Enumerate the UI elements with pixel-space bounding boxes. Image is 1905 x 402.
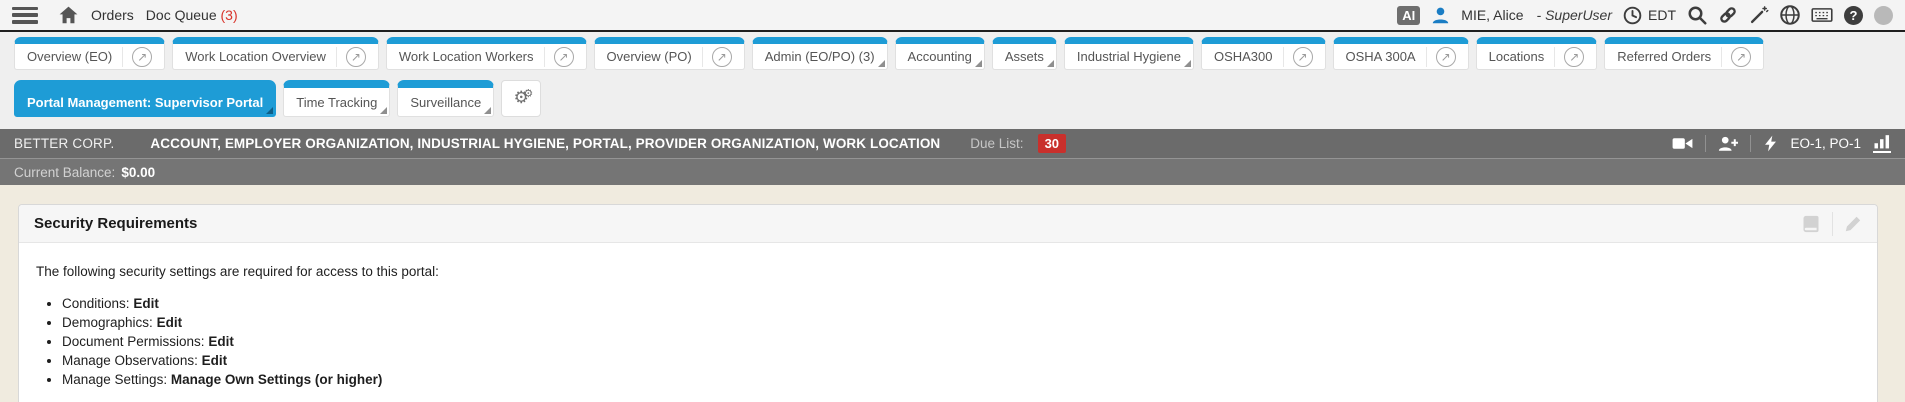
tab-referred-orders[interactable]: Referred Orders ↗ bbox=[1604, 37, 1764, 70]
tab-surveillance[interactable]: Surveillance bbox=[397, 80, 494, 117]
tab-portal-management-supervisor-portal[interactable]: Portal Management: Supervisor Portal bbox=[14, 80, 276, 117]
tab-settings-gear-icon[interactable]: ⚙⚙ bbox=[501, 80, 541, 117]
balance-bar: Current Balance: $0.00 bbox=[0, 158, 1905, 185]
due-list-label: Due List: bbox=[970, 136, 1023, 151]
context-bar: BETTER CORP. ACCOUNT, EMPLOYER ORGANIZAT… bbox=[0, 129, 1905, 158]
tab-label: Accounting bbox=[908, 49, 972, 64]
wand-icon[interactable] bbox=[1749, 5, 1769, 25]
keyboard-icon[interactable] bbox=[1811, 6, 1833, 24]
requirement-label: Manage Settings: bbox=[62, 372, 167, 387]
tab-label: Time Tracking bbox=[296, 95, 377, 110]
requirement-item: Manage Settings: Manage Own Settings (or… bbox=[62, 372, 1860, 388]
add-user-icon[interactable] bbox=[1718, 135, 1738, 152]
entity-refs[interactable]: EO-1, PO-1 bbox=[1790, 136, 1861, 151]
scope-text: ACCOUNT, EMPLOYER ORGANIZATION, INDUSTRI… bbox=[150, 136, 940, 151]
requirement-label: Manage Observations: bbox=[62, 353, 198, 368]
edit-pencil-icon[interactable] bbox=[1844, 215, 1862, 233]
tab-label: Overview (EO) bbox=[27, 49, 112, 64]
tab-label: Portal Management: Supervisor Portal bbox=[27, 95, 263, 110]
tab-label: Admin (EO/PO) (3) bbox=[765, 49, 875, 64]
panel-body: The following security settings are requ… bbox=[19, 243, 1877, 402]
requirement-item: Manage Observations: Edit bbox=[62, 353, 1860, 369]
balance-label: Current Balance: bbox=[14, 165, 115, 180]
timezone-label: EDT bbox=[1648, 7, 1676, 23]
open-in-new-icon[interactable]: ↗ bbox=[336, 47, 366, 67]
ai-badge[interactable]: AI bbox=[1397, 6, 1420, 25]
open-in-new-icon[interactable]: ↗ bbox=[1283, 47, 1313, 67]
requirement-value: Edit bbox=[157, 315, 183, 330]
tab-work-location-overview[interactable]: Work Location Overview ↗ bbox=[172, 37, 379, 70]
tab-label: Industrial Hygiene bbox=[1077, 49, 1181, 64]
panel-title: Security Requirements bbox=[34, 215, 197, 232]
requirement-label: Demographics: bbox=[62, 315, 153, 330]
status-circle-icon bbox=[1874, 6, 1893, 25]
requirement-value: Edit bbox=[133, 296, 159, 311]
tab-industrial-hygiene[interactable]: Industrial Hygiene bbox=[1064, 37, 1194, 70]
balance-value: $0.00 bbox=[121, 165, 155, 180]
home-icon[interactable] bbox=[58, 6, 79, 25]
tab-label: Overview (PO) bbox=[607, 49, 692, 64]
tab-label: Surveillance bbox=[410, 95, 481, 110]
tab-osha300[interactable]: OSHA300 ↗ bbox=[1201, 37, 1326, 70]
link-icon[interactable] bbox=[1718, 5, 1738, 25]
nav-orders[interactable]: Orders bbox=[91, 7, 134, 23]
requirement-value: Edit bbox=[202, 353, 228, 368]
tab-accounting[interactable]: Accounting bbox=[895, 37, 985, 70]
due-list-badge[interactable]: 30 bbox=[1038, 134, 1066, 153]
tab-overview-eo[interactable]: Overview (EO) ↗ bbox=[14, 37, 165, 70]
open-in-new-icon[interactable]: ↗ bbox=[544, 47, 574, 67]
tab-row-secondary: Portal Management: Supervisor Portal Tim… bbox=[14, 80, 1891, 117]
tab-work-location-workers[interactable]: Work Location Workers ↗ bbox=[386, 37, 587, 70]
user-role: - SuperUser bbox=[1537, 7, 1612, 23]
nav-doc-queue[interactable]: Doc Queue (3) bbox=[146, 7, 238, 23]
tabs-section: Overview (EO) ↗ Work Location Overview ↗… bbox=[0, 32, 1905, 129]
user-icon bbox=[1431, 6, 1450, 25]
tab-admin-eo-po[interactable]: Admin (EO/PO) (3) bbox=[752, 37, 888, 70]
tab-assets[interactable]: Assets bbox=[992, 37, 1057, 70]
requirement-item: Conditions: Edit bbox=[62, 296, 1860, 312]
tab-label: Referred Orders bbox=[1617, 49, 1711, 64]
requirement-item: Demographics: Edit bbox=[62, 315, 1860, 331]
open-in-new-icon[interactable]: ↗ bbox=[1554, 47, 1584, 67]
top-bar: Orders Doc Queue (3) AI MIE, Alice - Sup… bbox=[0, 0, 1905, 32]
doc-queue-count: (3) bbox=[221, 7, 238, 23]
quick-actions-bolt-icon[interactable] bbox=[1763, 135, 1778, 152]
tab-label: Assets bbox=[1005, 49, 1044, 64]
tab-label: OSHA300 bbox=[1214, 49, 1273, 64]
tab-row-primary: Overview (EO) ↗ Work Location Overview ↗… bbox=[14, 37, 1891, 70]
tab-label: OSHA 300A bbox=[1346, 49, 1416, 64]
help-icon[interactable]: ? bbox=[1844, 6, 1863, 25]
tab-label: Work Location Workers bbox=[399, 49, 534, 64]
tab-label: Locations bbox=[1489, 49, 1545, 64]
open-in-new-icon[interactable]: ↗ bbox=[1721, 47, 1751, 67]
content-area: Security Requirements The following secu… bbox=[0, 185, 1905, 402]
search-icon[interactable] bbox=[1687, 5, 1707, 25]
user-name[interactable]: MIE, Alice bbox=[1461, 7, 1523, 23]
security-requirements-panel: Security Requirements The following secu… bbox=[18, 204, 1878, 402]
video-camera-icon[interactable] bbox=[1672, 135, 1693, 152]
dashboard-chart-icon[interactable] bbox=[1873, 134, 1891, 153]
tab-locations[interactable]: Locations ↗ bbox=[1476, 37, 1598, 70]
clock-icon[interactable] bbox=[1623, 6, 1642, 25]
doc-queue-label: Doc Queue bbox=[146, 7, 217, 23]
report-book-icon[interactable] bbox=[1801, 214, 1821, 234]
open-in-new-icon[interactable]: ↗ bbox=[702, 47, 732, 67]
panel-header: Security Requirements bbox=[19, 205, 1877, 243]
requirement-value: Edit bbox=[208, 334, 234, 349]
menu-icon[interactable] bbox=[12, 7, 38, 24]
tab-time-tracking[interactable]: Time Tracking bbox=[283, 80, 390, 117]
company-name: BETTER CORP. bbox=[14, 136, 114, 151]
tab-osha300a[interactable]: OSHA 300A ↗ bbox=[1333, 37, 1469, 70]
requirements-intro: The following security settings are requ… bbox=[36, 264, 1860, 279]
open-in-new-icon[interactable]: ↗ bbox=[122, 47, 152, 67]
requirement-value: Manage Own Settings (or higher) bbox=[171, 372, 383, 387]
tab-overview-po[interactable]: Overview (PO) ↗ bbox=[594, 37, 745, 70]
requirements-list: Conditions: Edit Demographics: Edit Docu… bbox=[42, 296, 1860, 388]
globe-icon[interactable] bbox=[1780, 5, 1800, 25]
open-in-new-icon[interactable]: ↗ bbox=[1426, 47, 1456, 67]
requirement-label: Conditions: bbox=[62, 296, 130, 311]
tab-label: Work Location Overview bbox=[185, 49, 326, 64]
requirement-item: Document Permissions: Edit bbox=[62, 334, 1860, 350]
requirement-label: Document Permissions: bbox=[62, 334, 205, 349]
